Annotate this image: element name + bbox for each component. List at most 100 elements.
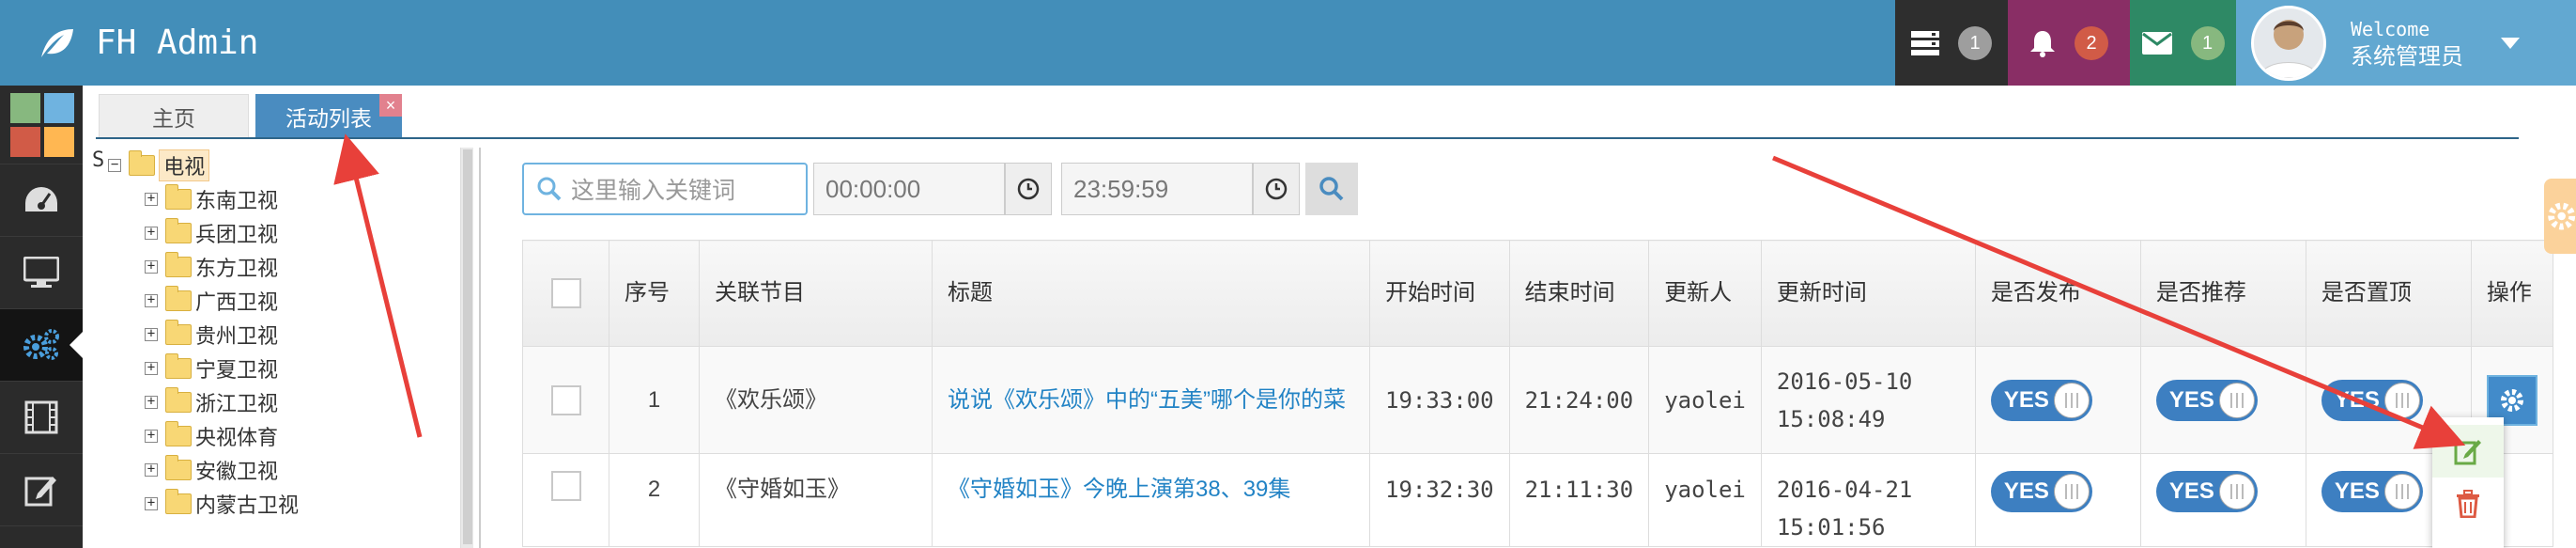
start-time-value: 00:00:00 xyxy=(825,174,921,203)
dashboard-icon xyxy=(25,187,57,211)
tree-scrollbar[interactable] xyxy=(460,148,473,548)
end-time-picker-button[interactable] xyxy=(1253,163,1300,215)
folder-icon xyxy=(165,421,192,446)
expand-icon[interactable]: + xyxy=(145,361,158,375)
table-row: 1 《欢乐颂》 说说《欢乐颂》中的“五美”哪个是你的菜 19:33:00 21:… xyxy=(522,346,2553,454)
welcome-text: Welcome xyxy=(2351,17,2430,40)
tab-home[interactable]: 主页 xyxy=(99,94,249,139)
row-select-cell[interactable] xyxy=(522,346,609,454)
select-all-checkbox[interactable] xyxy=(550,278,581,308)
delete-action[interactable] xyxy=(2432,478,2504,530)
tree-node[interactable]: + 内蒙古卫视 xyxy=(145,488,299,520)
brand[interactable]: FH Admin xyxy=(38,0,258,86)
tree-node[interactable]: + 央视体育 xyxy=(145,420,278,452)
shortcuts-tiles[interactable] xyxy=(0,86,83,164)
search-button[interactable] xyxy=(1305,163,1358,215)
messages-nav[interactable]: 1 xyxy=(2130,0,2236,86)
clock-icon xyxy=(1017,178,1040,200)
edit-action[interactable] xyxy=(2432,425,2504,478)
sidebar-item-dashboard[interactable] xyxy=(0,164,83,237)
expand-icon[interactable]: + xyxy=(145,496,158,510)
row-checkbox[interactable] xyxy=(550,471,581,501)
end-time-input[interactable]: 23:59:59 xyxy=(1061,163,1253,215)
tasks-badge: 1 xyxy=(1958,25,1992,60)
sidebar-item-desktop[interactable] xyxy=(0,237,83,309)
user-menu[interactable]: Welcome 系统管理员 xyxy=(2236,0,2576,86)
sidebar-item-forms[interactable] xyxy=(0,454,83,526)
gear-icon xyxy=(2548,202,2576,230)
expand-icon[interactable]: + xyxy=(145,293,158,307)
recommend-toggle[interactable]: YES xyxy=(2155,471,2258,512)
toggle-label: YES xyxy=(2168,386,2214,413)
sidebar-item-media[interactable] xyxy=(0,382,83,454)
monitor-icon xyxy=(23,257,59,288)
tab-close-button[interactable]: × xyxy=(379,94,402,117)
tree-root[interactable]: S − 电视 xyxy=(92,149,210,181)
folder-icon xyxy=(165,489,192,514)
tab-underline xyxy=(96,137,2519,139)
start-time-picker-button[interactable] xyxy=(1005,163,1052,215)
publish-cell: YES xyxy=(1974,346,2141,454)
tree-node[interactable]: + 东方卫视 xyxy=(145,251,278,283)
toggle-knob xyxy=(2383,474,2420,509)
tree-node[interactable]: + 贵州卫视 xyxy=(145,319,278,351)
updated-time-cell: 2016-04-21 15:01:56 xyxy=(1760,453,1976,547)
expand-icon[interactable]: + xyxy=(145,429,158,443)
folder-icon xyxy=(165,353,192,379)
toggle-knob xyxy=(2053,474,2090,509)
recommend-toggle[interactable]: YES xyxy=(2155,379,2258,421)
tree-node[interactable]: + 东南卫视 xyxy=(145,183,278,215)
publish-toggle[interactable]: YES xyxy=(1990,471,2092,512)
toggle-label: YES xyxy=(2003,478,2049,504)
tree-node[interactable]: + 广西卫视 xyxy=(145,285,278,317)
search-input[interactable]: 这里输入关键词 xyxy=(522,163,808,215)
tree-node-label: 安徽卫视 xyxy=(195,461,279,484)
folder-open-icon xyxy=(129,150,156,176)
folder-icon xyxy=(165,184,192,210)
notifications-nav[interactable]: 2 xyxy=(2008,0,2130,86)
messages-badge: 1 xyxy=(2190,25,2225,60)
scrollbar-thumb[interactable] xyxy=(463,149,472,544)
row-checkbox[interactable] xyxy=(550,384,581,415)
expand-icon[interactable]: + xyxy=(145,226,158,240)
column-header: 标题 xyxy=(932,240,1370,347)
tree-node[interactable]: + 宁夏卫视 xyxy=(145,352,278,384)
settings-panel-toggle[interactable] xyxy=(2544,179,2576,254)
row-select-cell[interactable] xyxy=(522,453,609,547)
updater-cell: yaolei xyxy=(1648,346,1762,454)
table-row: 2 《守婚如玉》 《守婚如玉》今晚上演第38、39集 19:32:30 21:1… xyxy=(522,453,2553,547)
publish-toggle[interactable]: YES xyxy=(1990,379,2092,421)
recommend-cell: YES xyxy=(2139,346,2306,454)
toggle-knob xyxy=(2218,382,2255,418)
tree-node-label: 宁夏卫视 xyxy=(195,359,279,383)
end-time-value: 23:59:59 xyxy=(1073,174,1169,203)
title-link[interactable]: 说说《欢乐颂》中的“五美”哪个是你的菜 xyxy=(932,346,1370,454)
top-navbar: FH Admin 1 2 1 Welcome 系统管理员 xyxy=(0,0,2576,86)
column-header: 更新人 xyxy=(1648,240,1762,347)
expand-icon[interactable]: + xyxy=(145,259,158,274)
select-all-header[interactable] xyxy=(522,240,609,347)
column-header: 结束时间 xyxy=(1508,240,1650,347)
expand-icon[interactable]: + xyxy=(145,327,158,341)
sidebar-item-settings[interactable] xyxy=(0,309,83,382)
pane-divider[interactable] xyxy=(479,148,481,548)
pin-toggle[interactable]: YES xyxy=(2321,379,2423,421)
expand-icon[interactable]: + xyxy=(145,462,158,477)
tasks-nav[interactable]: 1 xyxy=(1895,0,2008,86)
start-time-input[interactable]: 00:00:00 xyxy=(813,163,1005,215)
edit-icon xyxy=(24,477,56,507)
tree-node[interactable]: + 兵团卫视 xyxy=(145,217,278,249)
tasks-icon xyxy=(1911,30,1939,55)
title-link[interactable]: 《守婚如玉》今晚上演第38、39集 xyxy=(932,453,1370,547)
expand-icon[interactable]: + xyxy=(145,192,158,206)
folder-icon xyxy=(165,387,192,413)
pin-toggle[interactable]: YES xyxy=(2321,471,2423,512)
table-header: 序号 关联节目 标题 开始时间 结束时间 更新人 更新时间 是否发布 是否推荐 … xyxy=(522,240,2553,347)
program-cell: 《欢乐颂》 xyxy=(699,346,933,454)
tree-node[interactable]: + 浙江卫视 xyxy=(145,386,278,418)
tiles-icon xyxy=(10,93,74,157)
envelope-icon xyxy=(2141,31,2172,55)
tree-node[interactable]: + 安徽卫视 xyxy=(145,454,278,486)
collapse-icon[interactable]: − xyxy=(108,158,122,172)
expand-icon[interactable]: + xyxy=(145,395,158,409)
